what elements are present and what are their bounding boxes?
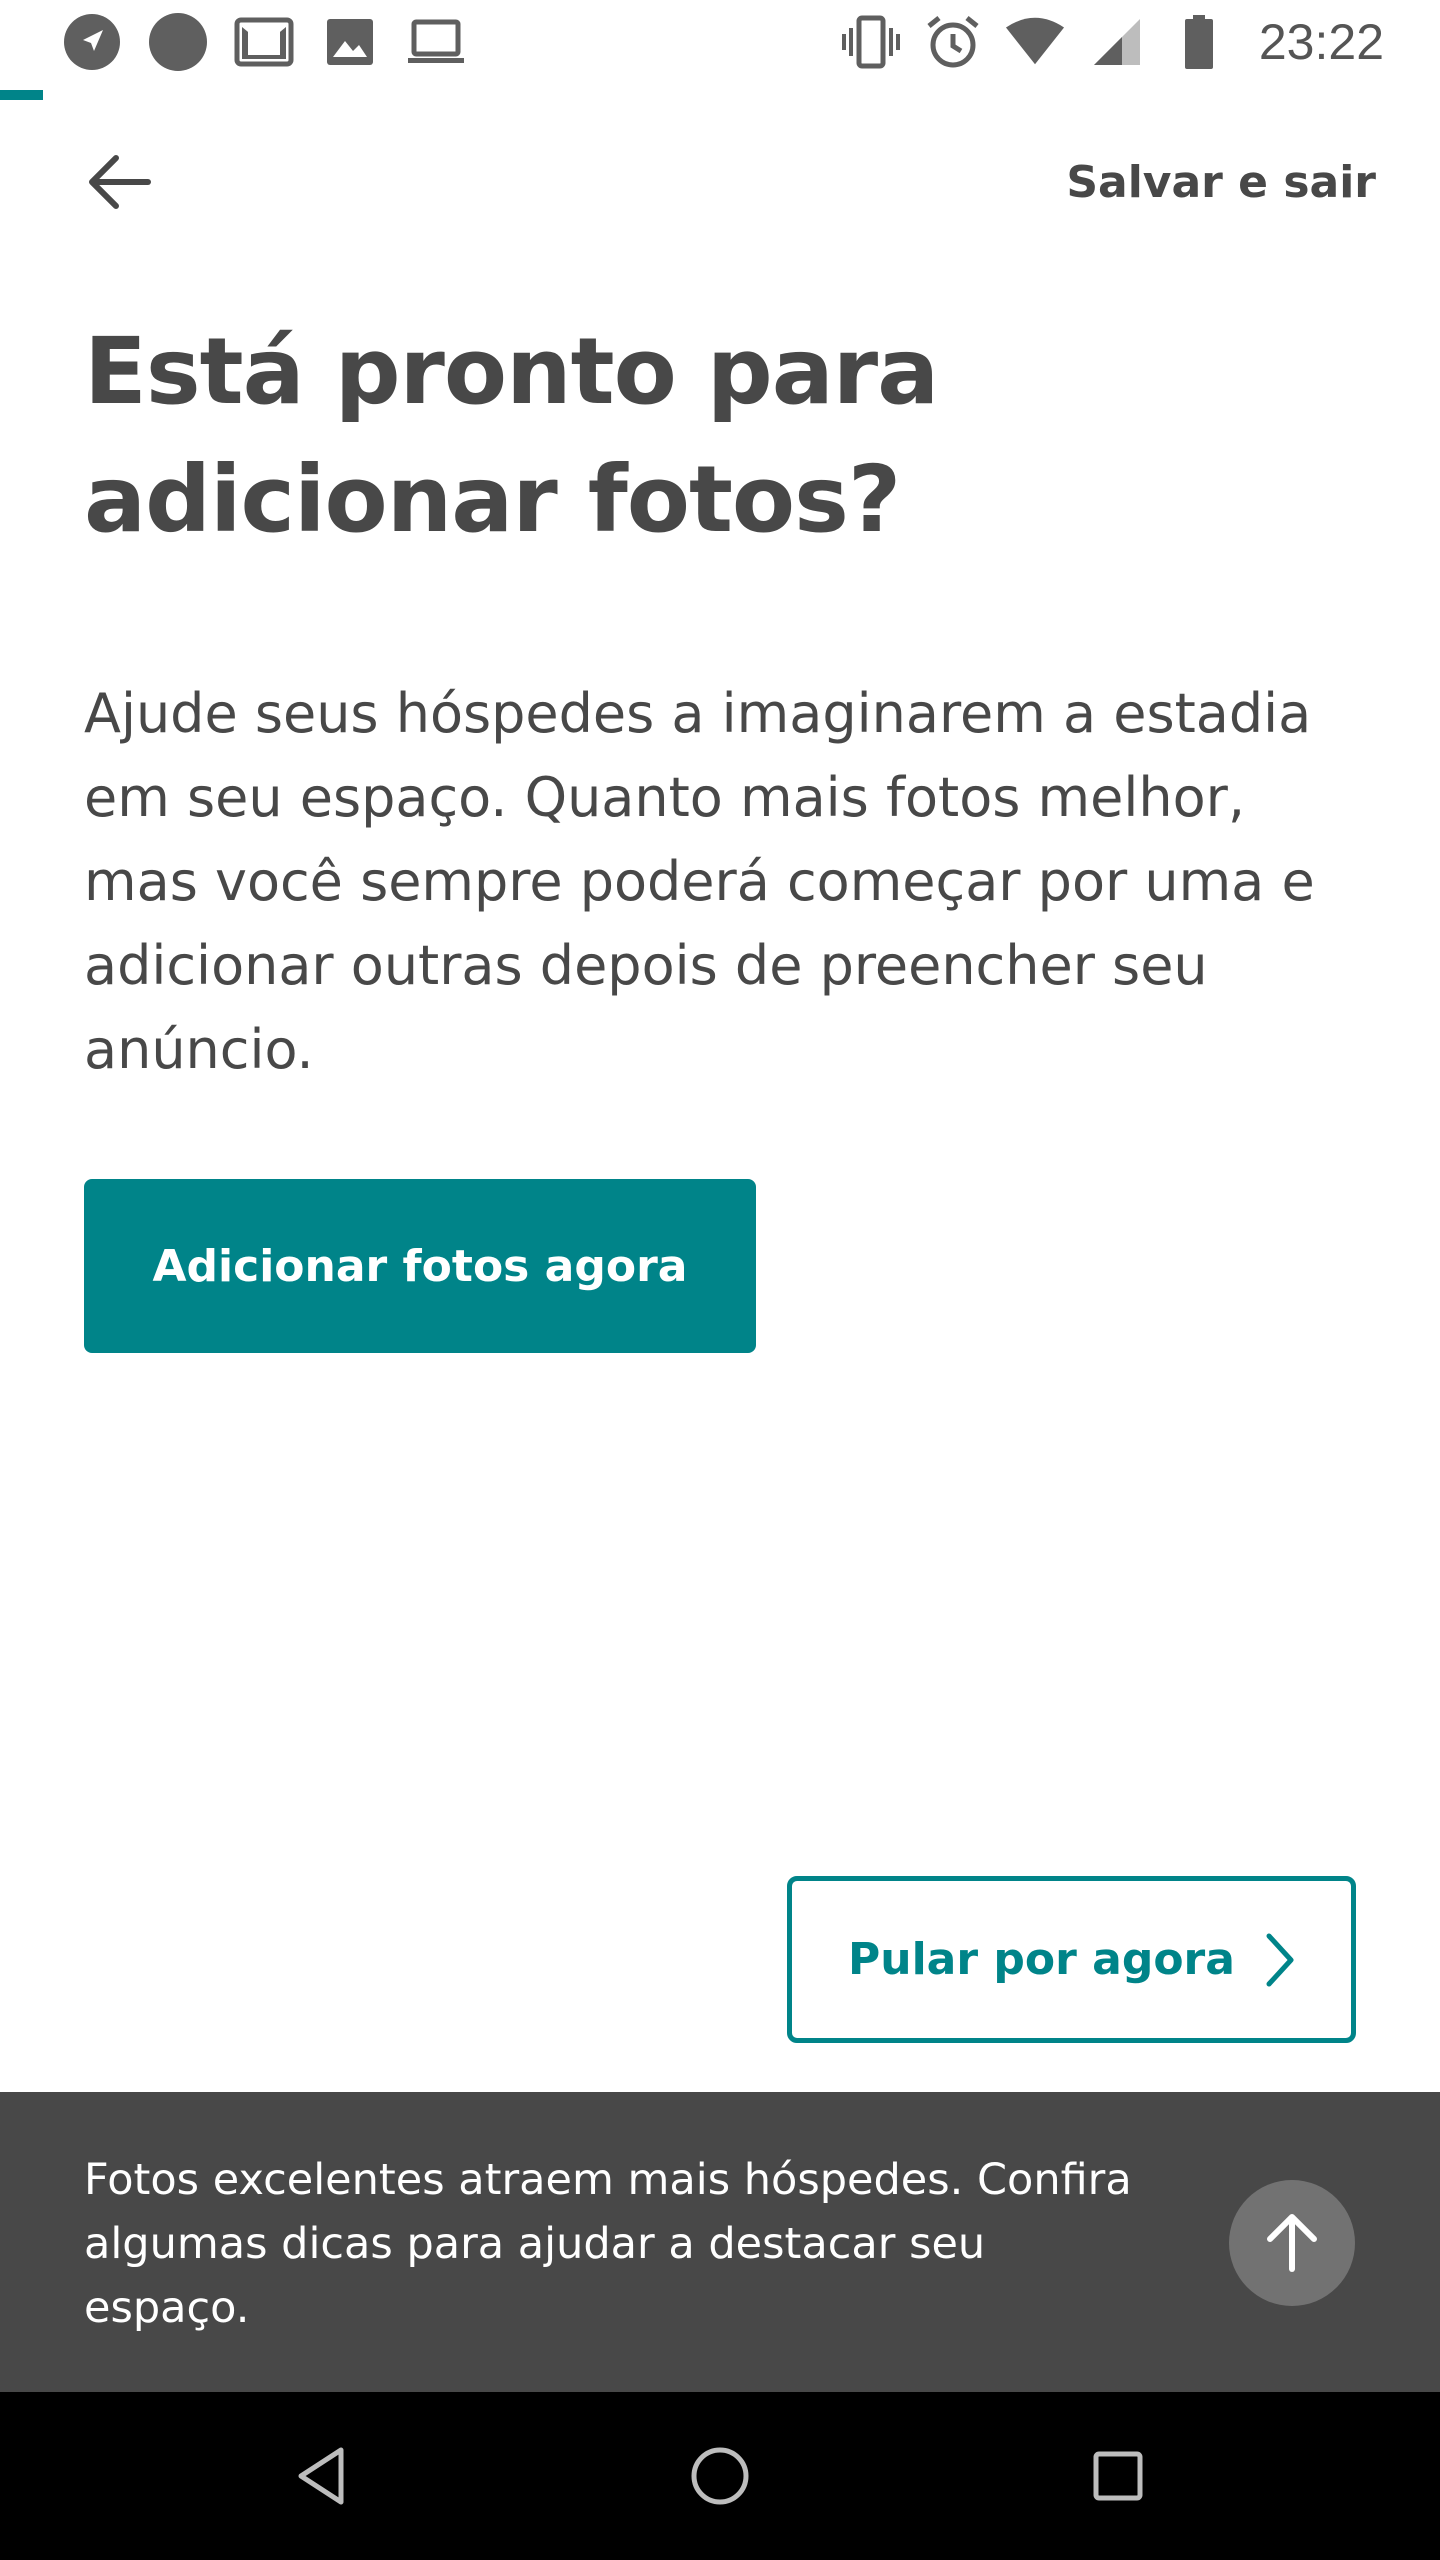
progress-fill [0,90,44,100]
recents-square-icon [1093,2451,1143,2501]
vibrate-icon [841,12,901,72]
tips-expand-button[interactable] [1229,2180,1355,2306]
arrow-up-icon [1267,2214,1317,2272]
alarm-icon [923,12,983,72]
laptop-icon [406,12,466,72]
arrow-left-icon [89,155,151,209]
skip-button[interactable]: Pular por agora [787,1876,1356,2043]
signal-icon [1087,12,1147,72]
photo-tips-banner[interactable]: Fotos excelentes atraem mais hóspedes. C… [0,2092,1440,2392]
nav-home-button[interactable] [670,2426,770,2526]
back-triangle-icon [298,2447,344,2505]
system-navigation-bar [0,2392,1440,2560]
save-and-exit-button[interactable]: Salvar e sair [1066,150,1376,214]
battery-icon [1169,12,1229,72]
nav-recents-button[interactable] [1068,2426,1168,2526]
gmail-icon [234,12,294,72]
page-description: Ajude seus hóspedes a imaginarem a estad… [84,682,1315,1081]
chevron-right-icon [1266,1933,1294,1986]
status-bar-notifications [62,12,466,72]
image-icon [320,12,380,72]
photo-tips-text: Fotos excelentes atraem mais hóspedes. C… [84,2155,1132,2333]
add-photos-button-label: Adicionar fotos agora [152,1240,688,1292]
status-bar: 23:22 [0,0,1440,84]
page-title: Está pronto para adicionar fotos? [84,318,939,553]
home-circle-icon [691,2447,749,2505]
progress-bar [0,90,1440,100]
status-time: 23:22 [1258,14,1384,70]
wifi-icon [1005,12,1065,72]
nav-back-button[interactable] [271,2426,371,2526]
navigation-icon [62,12,122,72]
status-bar-system: 23:22 [841,12,1384,72]
skip-button-label: Pular por agora [848,1934,1235,1985]
circle-notification-icon [148,12,208,72]
add-photos-button[interactable]: Adicionar fotos agora [84,1179,756,1353]
back-button[interactable] [80,142,160,222]
